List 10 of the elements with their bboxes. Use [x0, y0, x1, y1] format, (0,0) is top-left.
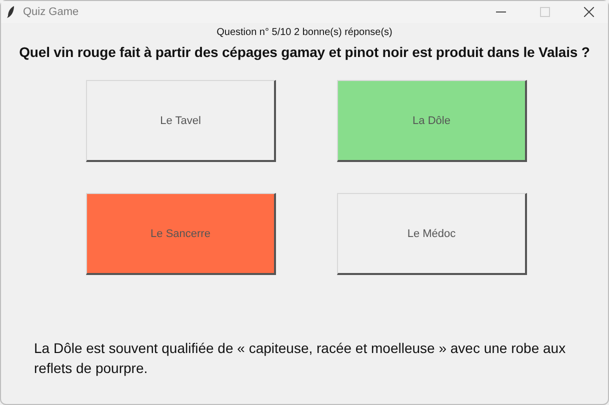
question-text: Quel vin rouge fait à partir des cépages gamay et pinot noir est produit dans le Valais ? — [18, 44, 591, 60]
answer-button[interactable]: La Dôle — [337, 80, 527, 162]
feather-icon — [7, 6, 15, 18]
maximize-icon — [540, 7, 550, 17]
progress-text: Question n° 5/10 2 bonne(s) réponse(s) — [216, 27, 394, 38]
window-title: Quiz Game — [23, 6, 80, 18]
answer-button[interactable]: Le Tavel — [86, 80, 276, 162]
explanation-text: La Dôle est souvent qualifiée de « capiteuse, racée et moelleuse » avec une robe aux reflets de pourpre. — [34, 339, 567, 378]
close-icon — [584, 7, 594, 17]
answer-button[interactable]: Le Médoc — [337, 193, 527, 275]
